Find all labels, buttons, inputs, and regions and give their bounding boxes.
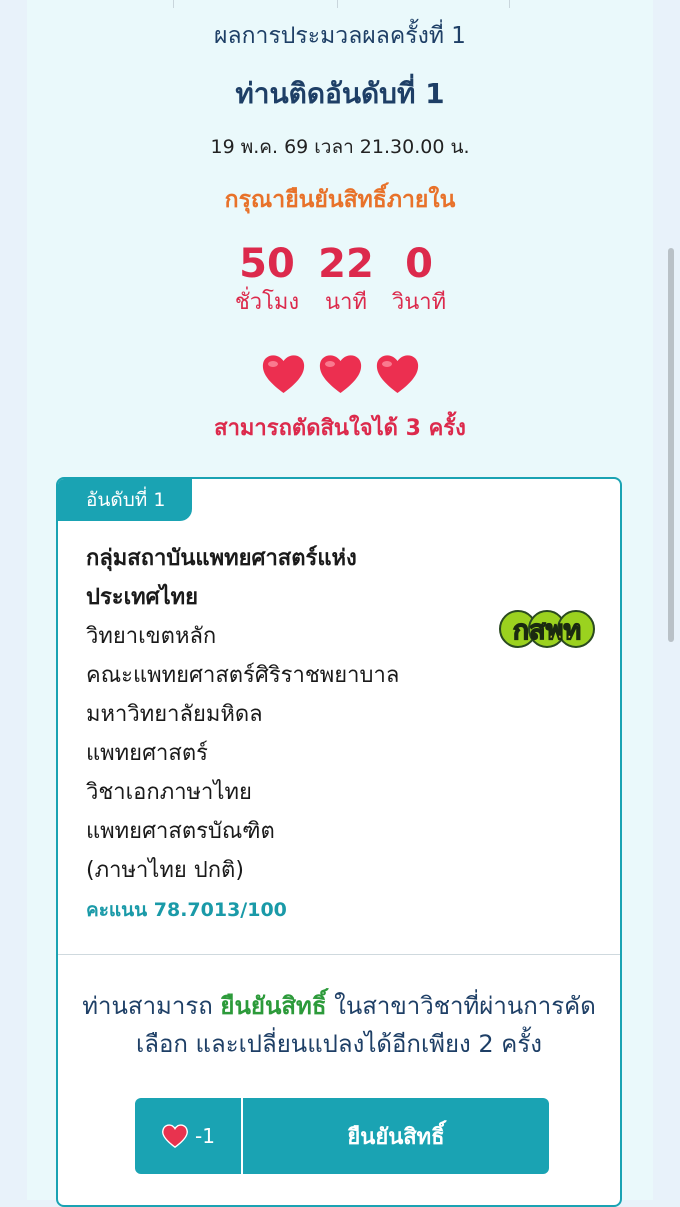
result-card: อันดับที่ 1 กลุ่มสถาบันแพทยศาสตร์แห่ง ปร… (56, 477, 622, 1207)
faculty: คณะแพทยศาสตร์ศิริราชพยาบาล (86, 663, 400, 688)
heart-icon (319, 355, 361, 393)
major: วิชาเอกภาษาไทย (86, 780, 252, 805)
tab-divider (173, 0, 174, 8)
card-divider (58, 954, 620, 955)
program-details: กลุ่มสถาบันแพทยศาสตร์แห่ง ประเทศไทย วิทย… (86, 539, 446, 928)
confirm-button-label: ยืนยันสิทธิ์ (347, 1124, 445, 1150)
round-title: ผลการประมวลผลครั้งที่ 1 (214, 23, 466, 49)
heart-icon (376, 355, 418, 393)
countdown-seconds: 0 วินาที (387, 240, 451, 318)
institution-group-line2: ประเทศไทย (86, 585, 199, 610)
institution-group-line1: กลุ่มสถาบันแพทยศาสตร์แห่ง (86, 546, 357, 571)
top-tab-strip (27, 0, 653, 8)
heart-icon (162, 1124, 188, 1149)
remaining-decisions-text: สามารถตัดสินใจได้ 3 ครั้ง (214, 416, 466, 441)
confirm-info-text: ท่านสามารถ ยืนยันสิทธิ์ ในสาขาวิชาที่ผ่า… (58, 987, 620, 1063)
seconds-value: 0 (405, 241, 433, 287)
rank-badge: อันดับที่ 1 (58, 479, 192, 521)
hours-value: 50 (239, 241, 295, 287)
result-panel: ผลการประมวลผลครั้งที่ 1 ท่านติดอันดับที่… (27, 0, 653, 1207)
university: มหาวิทยาลัยมหิดล (86, 702, 263, 727)
degree: แพทยศาสตรบัณฑิต (86, 819, 275, 844)
result-datetime: 19 พ.ค. 69 เวลา 21.30.00 น. (210, 136, 470, 158)
confirm-button[interactable]: -1 ยืนยันสิทธิ์ (135, 1098, 549, 1174)
info-text-line2: เลือก และเปลี่ยนแปลงได้อีกเพียง 2 ครั้ง (136, 1030, 542, 1058)
countdown-timer: 50 ชั่วโมง 22 นาที 0 วินาที (27, 240, 653, 318)
kspt-logo: กสพท (499, 610, 595, 648)
seconds-label: วินาที (391, 290, 447, 315)
info-text-part1: ท่านสามารถ (82, 992, 221, 1020)
heart-cost: -1 (135, 1098, 243, 1174)
remaining-decisions-hearts (27, 352, 653, 396)
confirm-deadline-label: กรุณายืนยันสิทธิ์ภายใน (224, 187, 456, 213)
program-type: (ภาษาไทย ปกติ) (86, 858, 244, 883)
svg-text:กสพท: กสพท (513, 615, 581, 646)
minutes-value: 22 (318, 241, 374, 287)
info-highlight: ยืนยันสิทธิ์ (220, 992, 327, 1020)
heart-icon (262, 355, 304, 393)
scrollbar[interactable] (668, 248, 674, 642)
info-text-part2: ในสาขาวิชาที่ผ่านการคัด (326, 992, 596, 1020)
tab-divider (509, 0, 510, 8)
campus: วิทยาเขตหลัก (86, 624, 217, 649)
hours-label: ชั่วโมง (234, 290, 300, 315)
minutes-label: นาที (325, 290, 367, 315)
field: แพทยศาสตร์ (86, 741, 208, 766)
rank-title: ท่านติดอันดับที่ 1 (235, 77, 445, 110)
score: คะแนน 78.7013/100 (86, 899, 287, 921)
countdown-hours: 50 ชั่วโมง (229, 240, 305, 318)
heart-cost-value: -1 (195, 1124, 215, 1148)
tab-divider (337, 0, 338, 8)
countdown-minutes: 22 นาที (305, 240, 387, 318)
